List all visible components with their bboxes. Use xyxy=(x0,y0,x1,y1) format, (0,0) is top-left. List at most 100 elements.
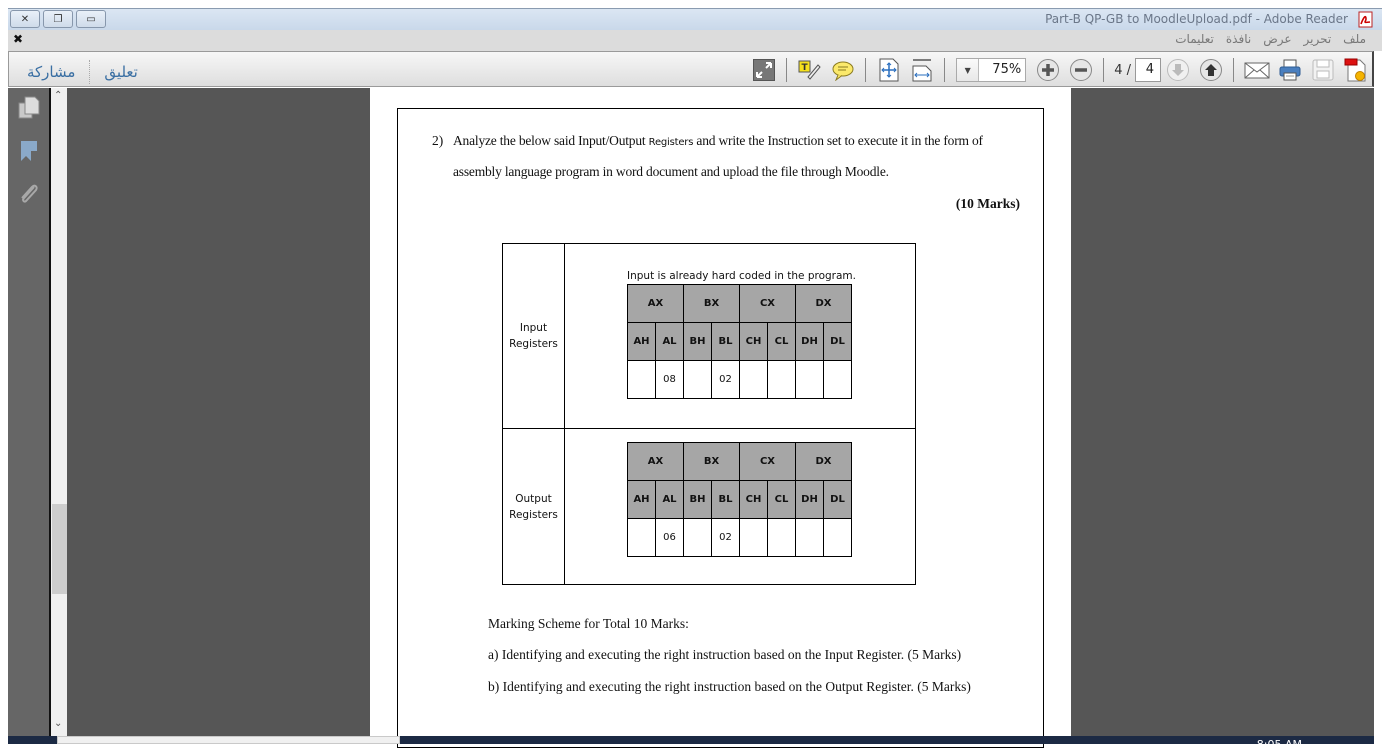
fit-page-icon xyxy=(879,58,899,82)
zoom-in-icon xyxy=(1036,59,1059,81)
scroll-up-icon[interactable]: ⌃ xyxy=(54,90,62,101)
zoom-in-button[interactable] xyxy=(1034,56,1062,84)
fullscreen-button[interactable] xyxy=(750,56,778,84)
svg-text:T: T xyxy=(801,63,808,73)
page-number-input[interactable]: 4 xyxy=(1135,58,1161,82)
group-header: DX xyxy=(795,442,852,481)
register-value xyxy=(683,518,712,557)
register-value xyxy=(627,518,656,557)
marking-item-a: a) Identifying and executing the right i… xyxy=(488,647,962,662)
zoom-out-icon xyxy=(1069,59,1092,81)
comment-pane-link[interactable]: تعليق xyxy=(104,63,137,81)
fit-page-button[interactable] xyxy=(875,56,903,84)
page-total-label: 4 / xyxy=(1114,62,1131,78)
register-value: 06 xyxy=(655,518,684,557)
restore-window-button[interactable]: ❐ xyxy=(43,10,73,28)
register-value-row: 06 02 xyxy=(627,518,852,557)
print-icon xyxy=(1279,59,1300,81)
register-header: AH xyxy=(627,321,656,361)
pdf-page: 2) Analyze the below said Input/Output R… xyxy=(370,88,1071,748)
group-header: AX xyxy=(627,283,684,323)
zoom-combobox[interactable]: ▼ 75% xyxy=(956,58,1027,82)
arrow-up-icon xyxy=(1199,59,1222,81)
email-button[interactable] xyxy=(1243,56,1271,84)
minimize-window-button[interactable]: ▭ xyxy=(76,10,106,28)
save-button[interactable] xyxy=(1309,56,1337,84)
attachments-button[interactable] xyxy=(15,180,43,208)
zoom-dropdown-button[interactable]: ▼ xyxy=(957,59,980,81)
question-text-part: Analyze the below said Input/Output xyxy=(453,133,649,148)
register-header: AH xyxy=(627,480,656,519)
scrollbar-thumb[interactable] xyxy=(52,504,67,594)
window-controls: ✕ ❐ ▭ xyxy=(10,10,106,28)
register-header: BH xyxy=(683,321,712,361)
next-page-button[interactable] xyxy=(1164,56,1192,84)
marking-scheme-title: Marking Scheme for Total 10 Marks: xyxy=(488,616,689,631)
minimize-icon: ▭ xyxy=(86,13,96,25)
divider xyxy=(865,58,867,82)
output-registers-row: Output Registers AX BX CX DX AH AL BH BL… xyxy=(502,428,916,585)
label-line: Input xyxy=(519,322,548,334)
scroll-down-icon[interactable]: ⌄ xyxy=(54,718,62,729)
register-value xyxy=(739,518,768,557)
register-header: DH xyxy=(795,321,824,361)
zoom-out-button[interactable] xyxy=(1067,56,1095,84)
fit-width-button[interactable] xyxy=(908,56,936,84)
divider xyxy=(89,60,91,84)
fullscreen-icon xyxy=(752,59,775,81)
bookmarks-button[interactable] xyxy=(15,137,43,165)
toolbar-tools: T ▼ 75% 4 / 4 xyxy=(747,55,1372,85)
register-header: BH xyxy=(683,480,712,519)
vertical-scrollbar[interactable]: ⌃ ⌄ xyxy=(50,88,67,736)
previous-page-button[interactable] xyxy=(1197,56,1225,84)
register-value xyxy=(795,359,824,399)
restore-icon: ❐ xyxy=(53,13,63,25)
register-name-row: AH AL BH BL CH CL DH DL xyxy=(627,321,852,361)
group-header: BX xyxy=(683,442,740,481)
register-header: DH xyxy=(795,480,824,519)
create-pdf-button[interactable] xyxy=(1342,56,1370,84)
taskbar-clock[interactable]: 8:05 AM xyxy=(1257,739,1302,750)
register-value xyxy=(627,359,656,399)
register-header: CH xyxy=(739,321,768,361)
window-edge xyxy=(1374,88,1382,744)
output-registers-label: Output Registers xyxy=(502,428,565,585)
group-header: CX xyxy=(739,442,796,481)
window-title: Part-B QP-GB to MoodleUpload.pdf - Adobe… xyxy=(1045,12,1348,26)
create-pdf-icon xyxy=(1344,58,1365,82)
print-button[interactable] xyxy=(1276,56,1304,84)
close-window-button[interactable]: ✕ xyxy=(10,10,40,28)
register-value xyxy=(739,359,768,399)
menu-file[interactable]: ملف xyxy=(1343,32,1366,46)
register-value xyxy=(683,359,712,399)
divider xyxy=(944,58,946,82)
label-line: Registers xyxy=(509,338,558,350)
page-thumbnails-button[interactable] xyxy=(15,94,43,122)
bookmarks-icon xyxy=(21,141,37,161)
save-icon xyxy=(1312,59,1333,81)
menu-help[interactable]: تعليمات xyxy=(1175,32,1214,46)
highlight-text-button[interactable]: T xyxy=(796,56,824,84)
sticky-note-button[interactable] xyxy=(829,56,857,84)
input-caption: Input is already hard coded in the progr… xyxy=(627,269,856,282)
menu-view[interactable]: عرض xyxy=(1263,32,1291,46)
arrow-down-icon xyxy=(1166,59,1189,81)
menu-edit[interactable]: تحرير xyxy=(1304,32,1332,46)
question-text-part: and write the Instruction set to execute… xyxy=(693,133,983,148)
zoom-value[interactable]: 75% xyxy=(979,59,1025,81)
divider xyxy=(1233,58,1234,82)
title-bar: ✕ ❐ ▭ Part-B QP-GB to MoodleUpload.pdf -… xyxy=(8,8,1382,30)
register-header: BL xyxy=(711,480,740,519)
label-line: Registers xyxy=(509,508,558,521)
navigation-panel xyxy=(8,88,50,736)
group-header: AX xyxy=(627,442,684,481)
divider xyxy=(786,58,788,82)
paperclip-icon xyxy=(21,184,38,203)
menu-window[interactable]: نافذة xyxy=(1226,32,1251,46)
comment-icon xyxy=(832,61,854,81)
question-text-line1: Analyze the below said Input/Output Regi… xyxy=(453,133,983,149)
fit-width-icon xyxy=(912,59,932,82)
share-pane-link[interactable]: مشاركة xyxy=(27,63,75,81)
close-document-button[interactable]: ✖ xyxy=(13,32,23,46)
horizontal-scrollbar[interactable] xyxy=(57,736,400,744)
